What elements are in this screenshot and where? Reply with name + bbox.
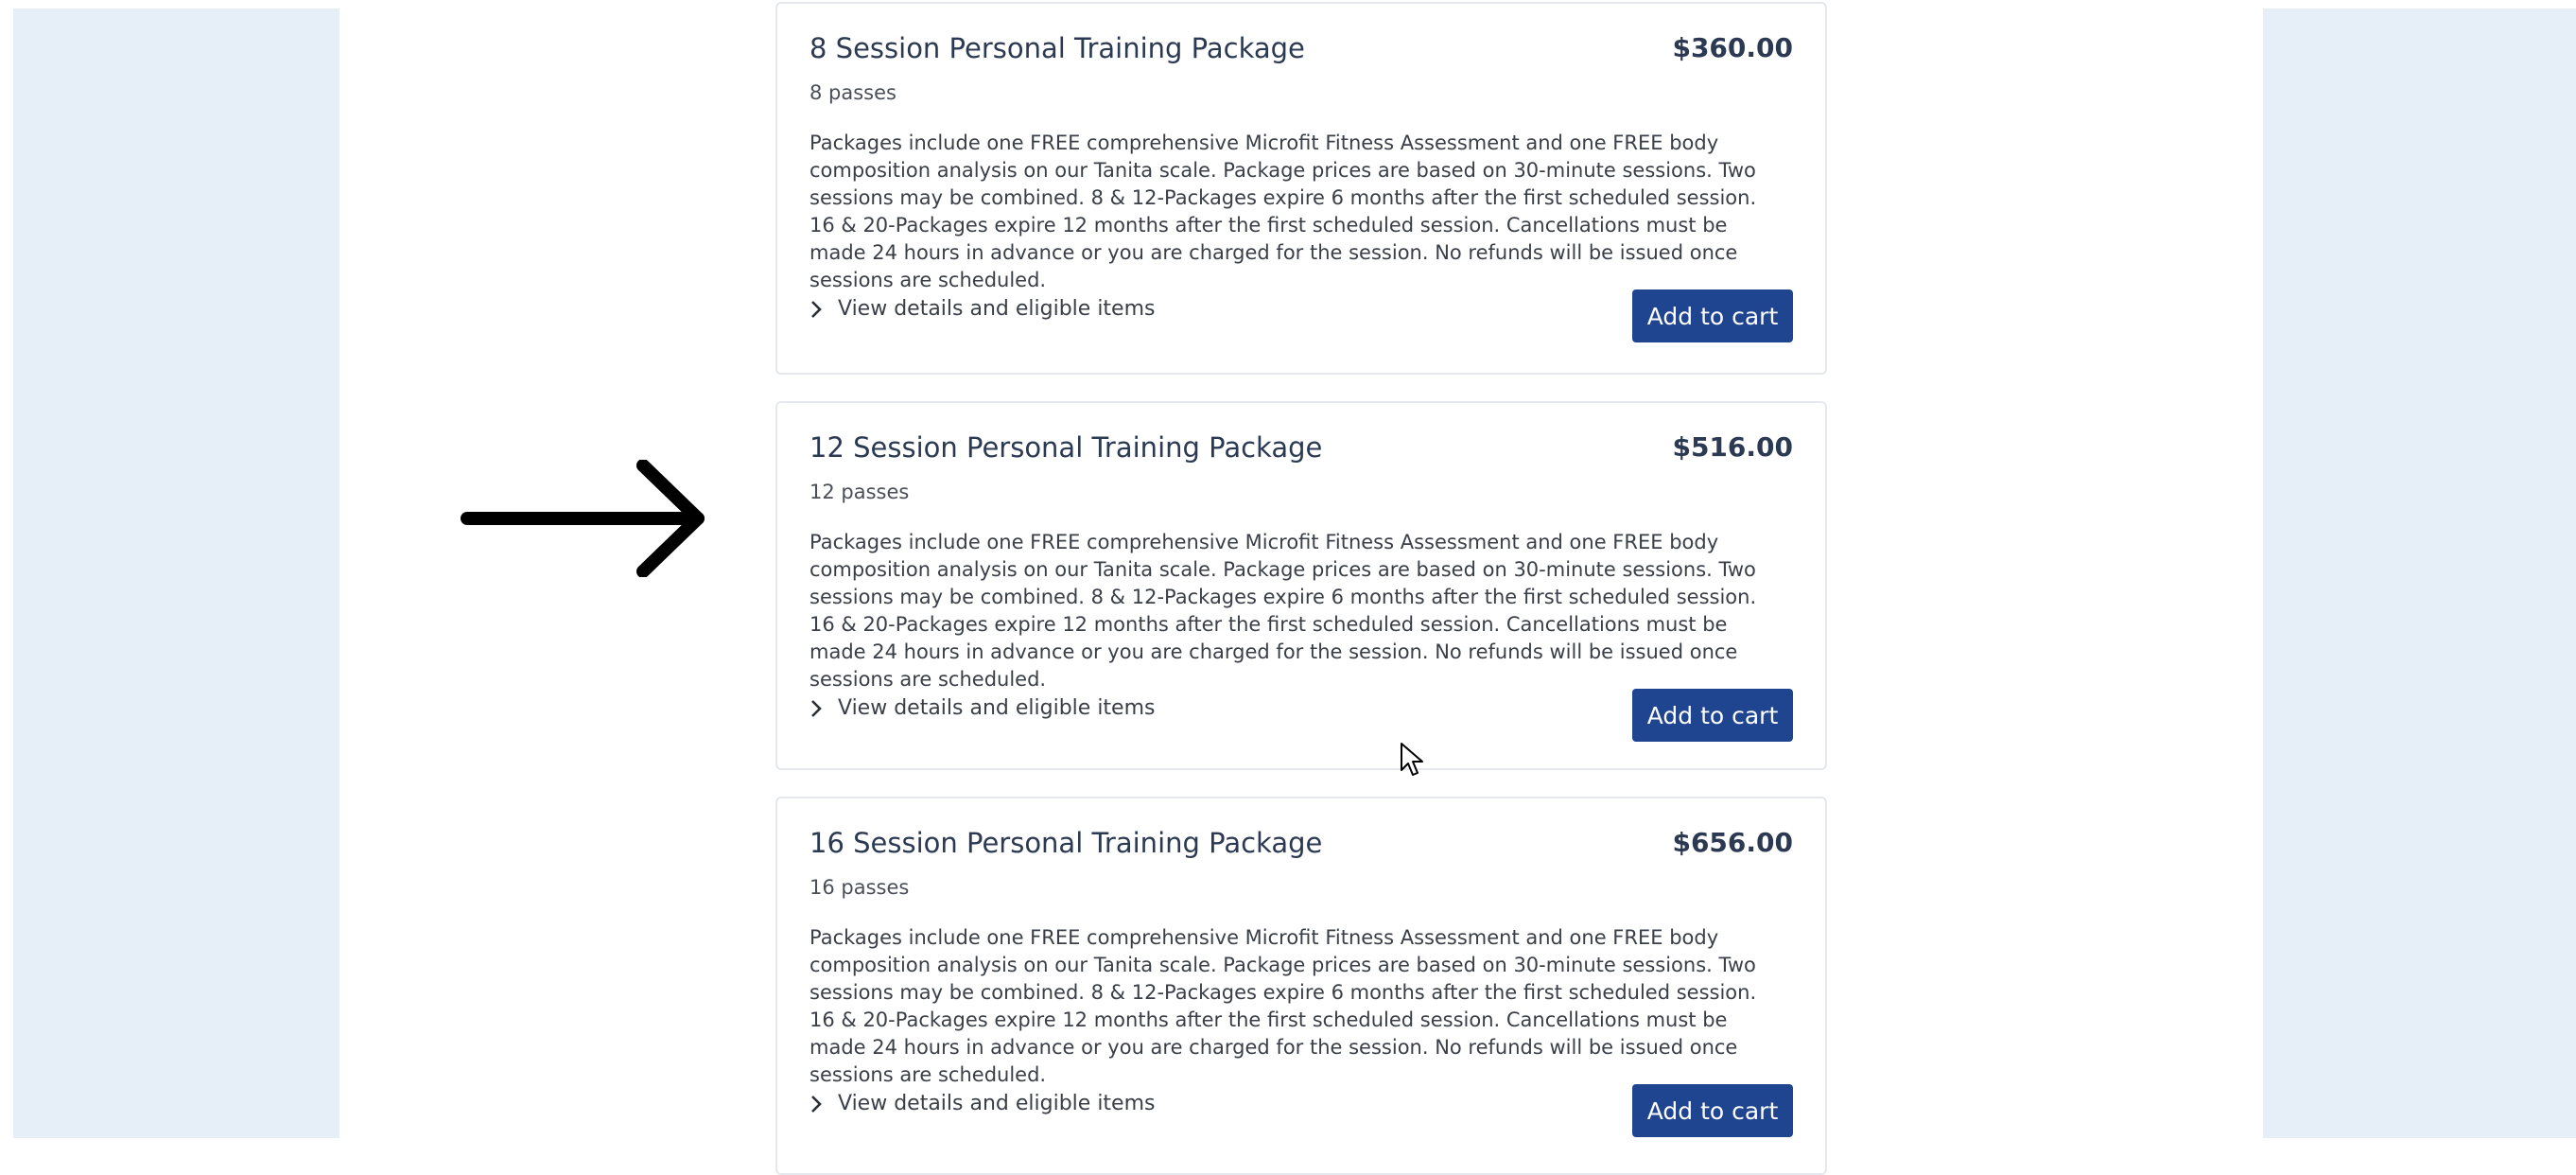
package-description: Packages include one FREE comprehensive … [809, 132, 1757, 291]
add-to-cart-button[interactable]: Add to cart [1632, 289, 1793, 342]
arrow-right-icon [461, 460, 705, 577]
package-card-12: 12 Session Personal Training Package $51… [775, 401, 1827, 770]
package-description: Packages include one FREE comprehensive … [809, 926, 1757, 1086]
package-title: 12 Session Personal Training Package [809, 431, 1323, 464]
right-side-panel [2263, 9, 2576, 1138]
package-description: Packages include one FREE comprehensive … [809, 531, 1757, 691]
package-passes: 8 passes [809, 81, 896, 104]
package-card-16: 16 Session Personal Training Package $65… [775, 797, 1827, 1175]
view-details-label: View details and eligible items [838, 297, 1156, 321]
package-price: $656.00 [1672, 827, 1793, 858]
package-passes: 16 passes [809, 876, 910, 899]
view-details-toggle[interactable]: View details and eligible items [809, 1092, 1155, 1115]
package-price: $360.00 [1672, 32, 1793, 63]
chevron-right-icon [811, 699, 822, 717]
add-to-cart-button[interactable]: Add to cart [1632, 1084, 1793, 1137]
view-details-label: View details and eligible items [838, 1092, 1156, 1115]
view-details-toggle[interactable]: View details and eligible items [809, 297, 1155, 321]
view-details-toggle[interactable]: View details and eligible items [809, 696, 1155, 720]
package-card-8: 8 Session Personal Training Package $360… [775, 2, 1827, 375]
chevron-right-icon [811, 300, 822, 318]
add-to-cart-button[interactable]: Add to cart [1632, 689, 1793, 742]
left-side-panel [13, 9, 339, 1138]
package-title: 8 Session Personal Training Package [809, 32, 1305, 64]
mouse-cursor-icon [1401, 743, 1423, 776]
view-details-label: View details and eligible items [838, 696, 1156, 720]
package-title: 16 Session Personal Training Package [809, 827, 1323, 859]
package-price: $516.00 [1672, 431, 1793, 463]
package-passes: 12 passes [809, 481, 910, 503]
chevron-right-icon [811, 1095, 822, 1113]
